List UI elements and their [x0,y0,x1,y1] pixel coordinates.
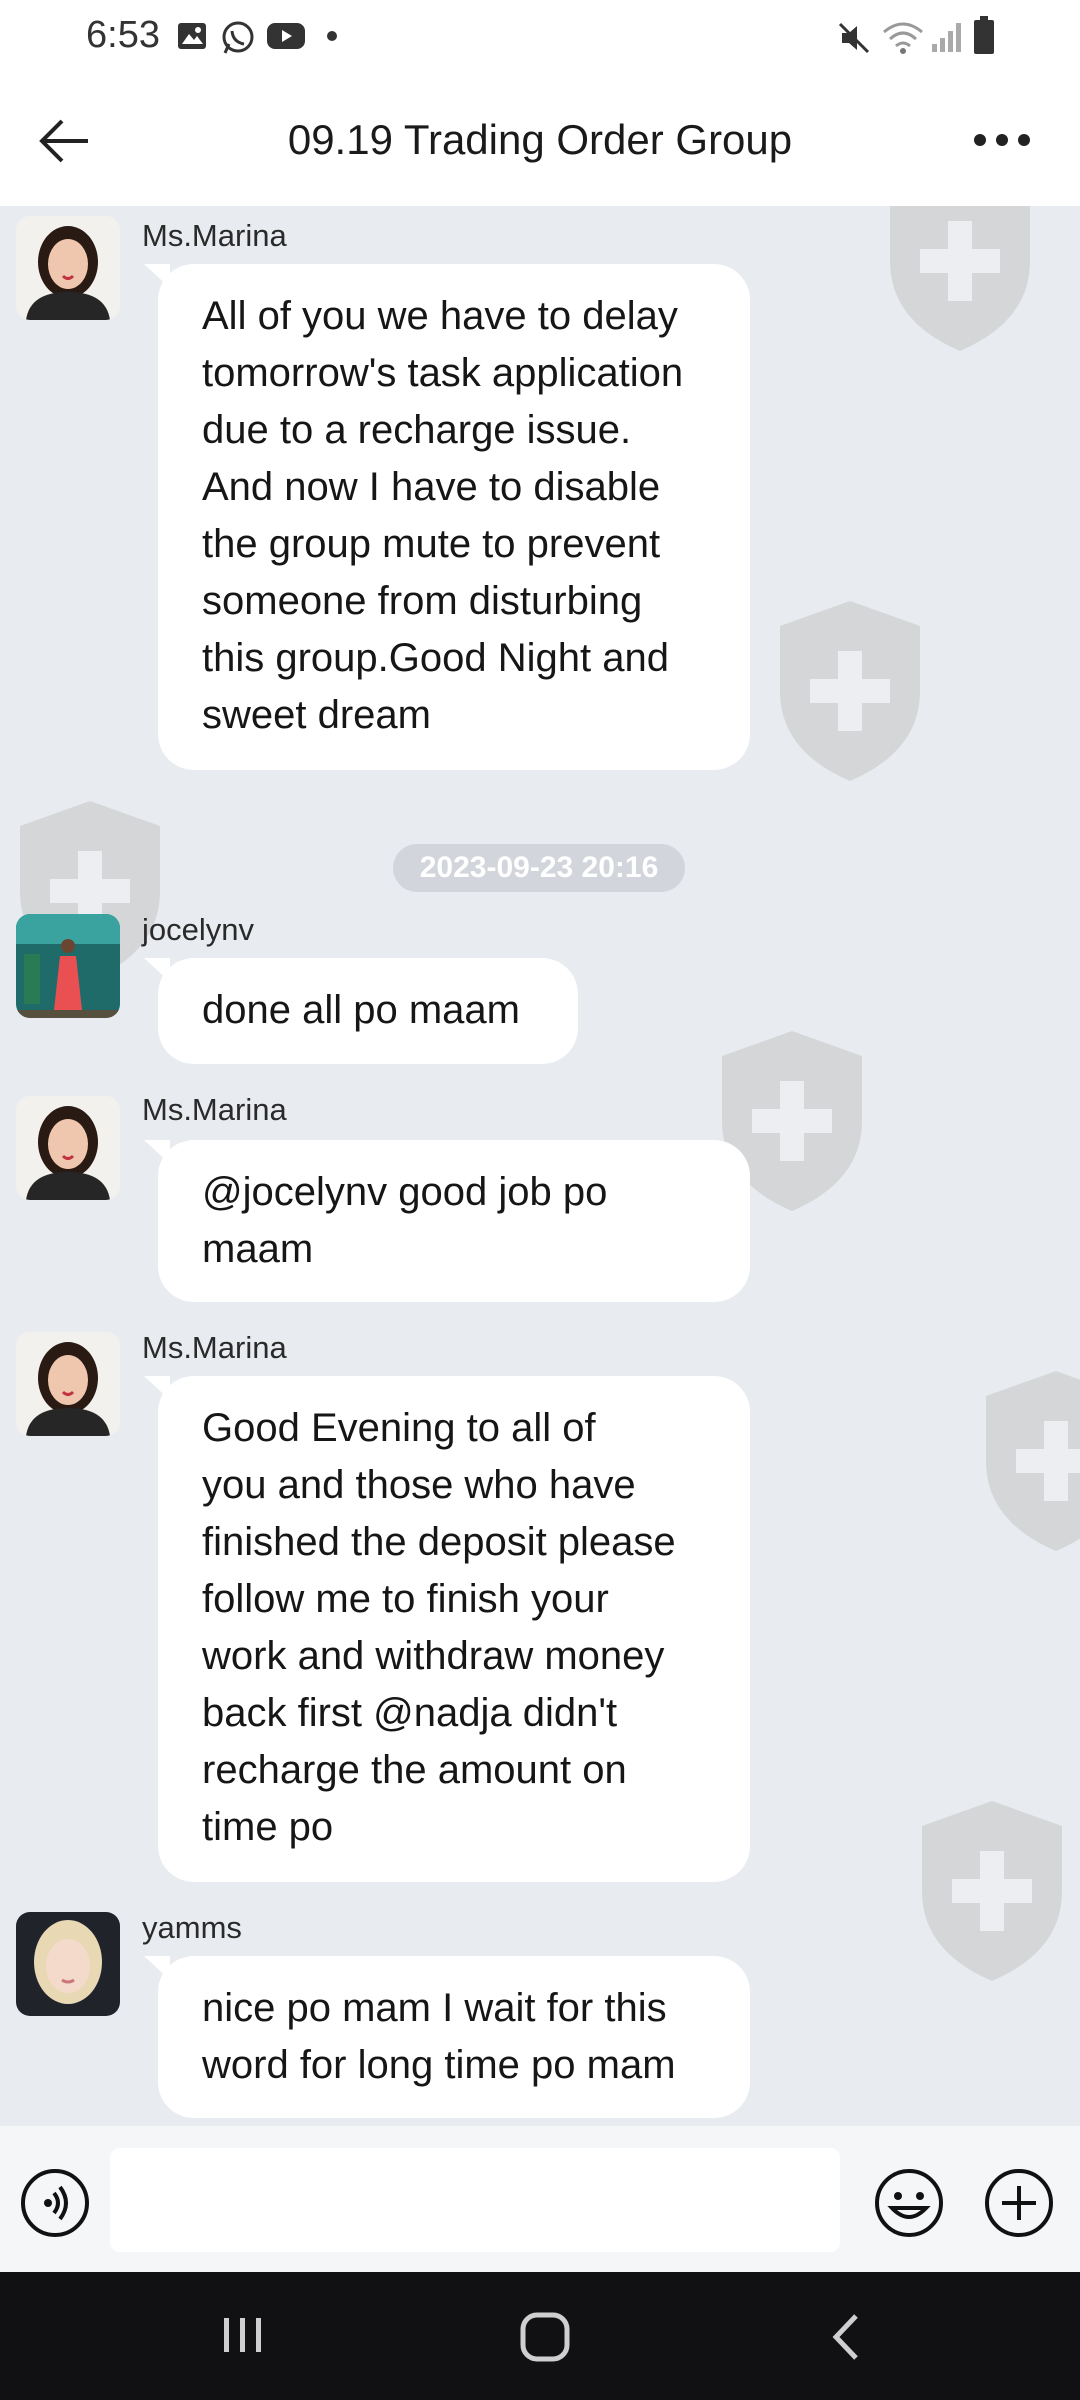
message-line: follow me to finish your [202,1577,609,1621]
avatar-ms-marina[interactable] [16,216,120,320]
recent-apps-icon[interactable] [218,2310,268,2360]
watermark-shield-icon [780,601,920,781]
message-line: finished the deposit please [202,1520,676,1564]
message-bubble[interactable]: done all po maam [158,958,578,1064]
message-bubble[interactable]: @jocelynv good job po maam [158,1140,750,1302]
more-options-icon[interactable] [972,130,1032,150]
youtube-icon [267,23,305,49]
chat-header: 09.19 Trading Order Group [0,72,1080,206]
message-line: you and those who have [202,1463,636,1507]
message-line: the group mute to prevent [202,522,661,566]
message-line: due to a recharge issue. [202,408,632,452]
sender-name: Ms.Marina [142,1330,287,1365]
wifi-icon [883,22,923,54]
message-line: tomorrow's task application [202,351,684,395]
message-line: And now I have to disable [202,465,661,509]
voice-message-icon[interactable] [20,2168,90,2238]
avatar-yamms[interactable] [16,1912,120,2016]
watermark-shield-icon [890,206,1030,351]
emoji-icon[interactable] [874,2168,944,2238]
message-input-bar [0,2126,1080,2272]
message-line: word for long time po mam [202,2043,676,2087]
avatar-jocelynv[interactable] [16,914,120,1018]
message-line: Good Evening to all of [202,1406,596,1450]
status-bar: 6:53 [0,0,1080,72]
message-bubble[interactable]: Good Evening to all of you and those who… [158,1376,750,1882]
message-line: nice po mam I wait for this [202,1986,667,2030]
message-line: sweet dream [202,693,431,737]
add-attachment-icon[interactable] [984,2168,1054,2238]
sender-name: yamms [142,1910,242,1945]
battery-icon [974,16,994,54]
sender-name: Ms.Marina [142,218,287,253]
sender-name: Ms.Marina [142,1092,287,1127]
watermark-shield-icon [986,1371,1080,1551]
message-line: time po [202,1805,334,1849]
message-line: work and withdraw money [202,1634,665,1678]
avatar-ms-marina[interactable] [16,1096,120,1200]
system-navigation-bar [0,2272,1080,2400]
message-bubble[interactable]: All of you we have to delay tomorrow's t… [158,264,750,770]
message-line: @jocelynv good job po [202,1170,608,1214]
message-line: this group.Good Night and [202,636,669,680]
mute-icon [838,22,870,54]
group-title: 09.19 Trading Order Group [287,116,793,163]
home-icon[interactable] [518,2310,572,2364]
message-line: back first @nadja didn't [202,1691,618,1735]
chat-area[interactable]: Ms.Marina All of you we have to delay to… [0,206,1080,2126]
notification-dot-icon [327,31,337,41]
date-divider: 2023-09-23 20:16 [393,844,685,892]
message-line: someone from disturbing [202,579,643,623]
signal-icon [932,23,961,52]
message-input[interactable] [110,2148,840,2252]
message-line: recharge the amount on [202,1748,627,1792]
message-bubble[interactable]: nice po mam I wait for this word for lon… [158,1956,750,2118]
message-line: All of you we have to delay [202,294,678,338]
message-line: maam [202,1227,314,1271]
status-time: 6:53 [86,14,160,56]
gallery-icon [178,23,206,49]
avatar-ms-marina[interactable] [16,1332,120,1436]
sender-name: jocelynv [142,912,254,947]
back-nav-icon[interactable] [826,2310,866,2364]
message-line: done all po maam [202,988,520,1032]
whatsapp-icon [222,21,254,54]
watermark-shield-icon [922,1801,1062,1981]
